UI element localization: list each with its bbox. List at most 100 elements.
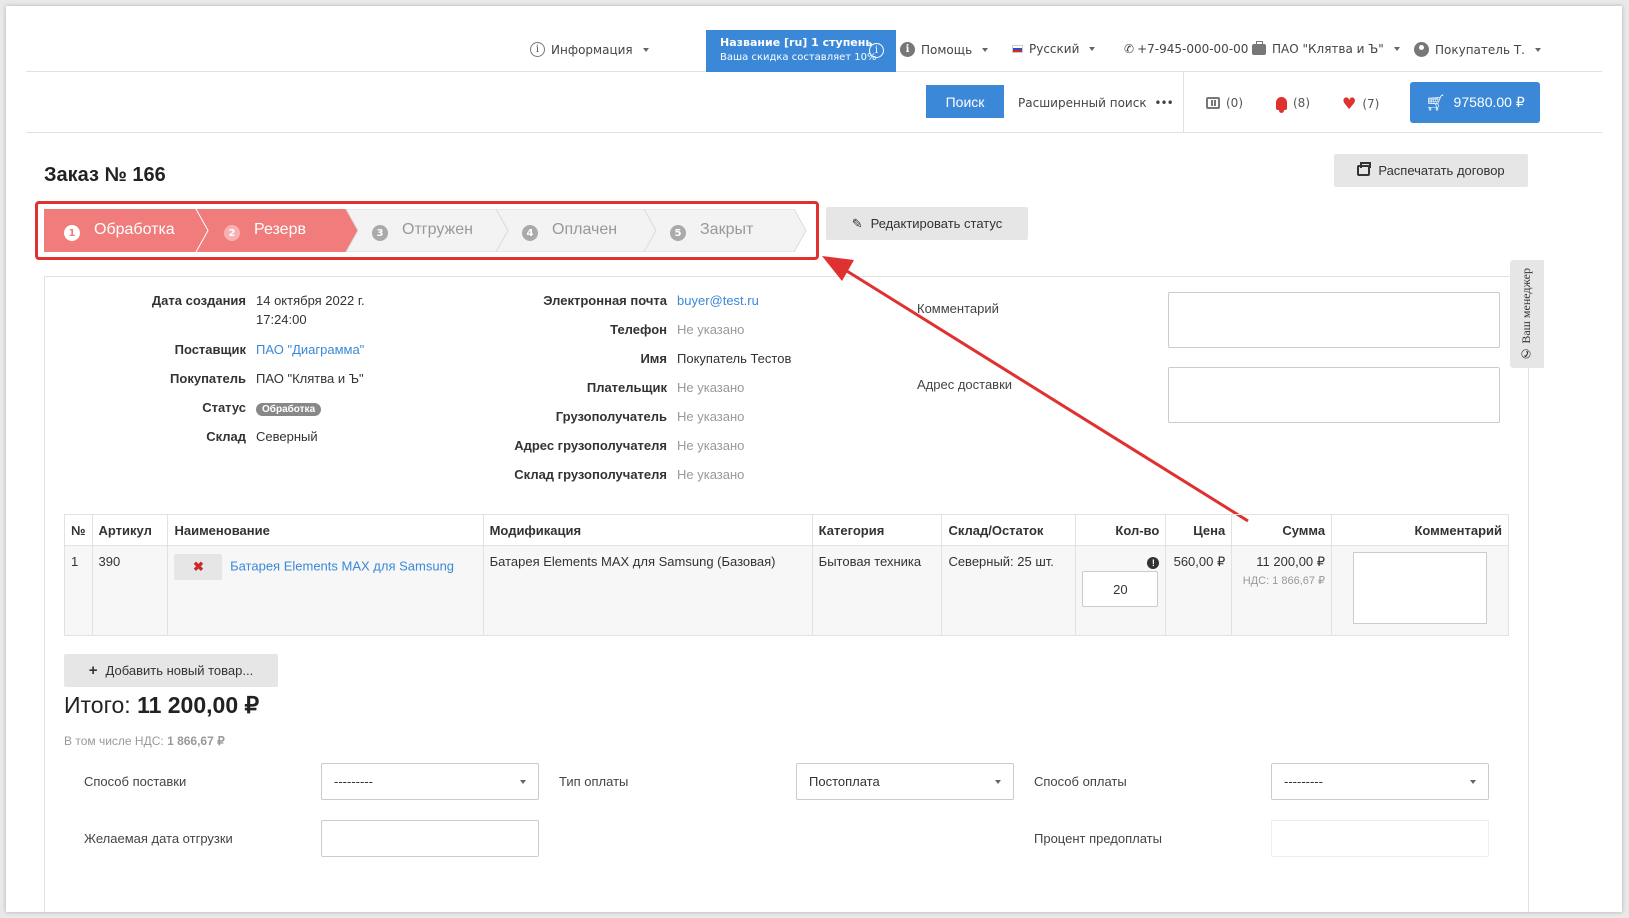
delivery-address-label: Адрес доставки — [917, 377, 1013, 392]
supplier-link[interactable]: ПАО "Диаграмма" — [256, 342, 364, 357]
notifications-link[interactable]: (8) — [1276, 96, 1310, 113]
delivery-method-select[interactable]: --------- — [321, 763, 539, 800]
col-qty: Кол-во — [1075, 514, 1167, 546]
phone-icon: ✆ — [1124, 42, 1135, 56]
advanced-search-label: Расширенный поиск — [1018, 96, 1147, 110]
phone-value: Не указано — [677, 322, 745, 337]
status-stepper-highlight: 1 Обработка 2 Резерв 3 Отгружен 4 Оплаче… — [35, 201, 819, 260]
print-contract-label: Распечатать договор — [1378, 163, 1505, 178]
chevron-down-icon — [1393, 47, 1400, 51]
order-items-table: № Артикул Наименование Модификация Катег… — [64, 514, 1509, 636]
name-value: Покупатель Тестов — [677, 351, 792, 366]
status-value: Обработка — [256, 400, 322, 416]
row-modification: Батарея Elements MAX для Samsung (Базова… — [482, 545, 813, 636]
language-menu[interactable]: Русский — [1012, 42, 1096, 56]
help-menu[interactable]: i Помощь — [900, 42, 989, 57]
product-link[interactable]: Батарея Elements MAX для Samsung — [230, 558, 454, 573]
edit-icon: ✎ — [851, 215, 863, 231]
phone-icon: ✆ — [1519, 346, 1534, 361]
step-number: 1 — [64, 225, 80, 241]
payer-label: Плательщик — [586, 380, 667, 395]
info-icon[interactable]: i — [869, 43, 884, 58]
step-number: 4 — [522, 225, 538, 241]
vat-label: В том числе НДС: — [64, 734, 164, 748]
col-sum: Сумма — [1231, 514, 1333, 546]
row-category: Бытовая техника — [811, 545, 943, 636]
buyer-value: ПАО "Клятва и Ъ" — [256, 371, 364, 386]
total-value: 11 200,00 ₽ — [137, 692, 260, 718]
company-menu[interactable]: ПАО "Клятва и Ъ" — [1252, 40, 1400, 56]
warehouse-value: Северный — [256, 429, 318, 444]
advanced-search-link[interactable]: Расширенный поиск ••• — [1018, 96, 1174, 110]
row-sum: 11 200,00 ₽ НДС: 1 866,67 ₽ — [1231, 545, 1333, 636]
chevron-down-icon — [995, 780, 1001, 784]
prepay-percent-label: Процент предоплаты — [1034, 831, 1162, 846]
delivery-method-value: --------- — [334, 774, 373, 789]
info-menu-label: Информация — [551, 42, 633, 57]
payment-method-value: --------- — [1284, 774, 1323, 789]
col-number: № — [64, 514, 93, 546]
remove-item-button[interactable]: ✖ — [174, 554, 223, 580]
company-label: ПАО "Клятва и Ъ" — [1272, 42, 1384, 56]
created-label: Дата создания — [151, 293, 246, 308]
search-button[interactable]: Поиск — [926, 85, 1004, 118]
warning-icon[interactable]: ! — [1147, 557, 1160, 569]
payment-type-select[interactable]: Постоплата — [796, 763, 1014, 800]
search-bar: Поиск Расширенный поиск ••• (0) (8) ♥ (7… — [26, 72, 1602, 133]
quantity-input[interactable]: 20 — [1082, 571, 1159, 607]
col-comment: Комментарий — [1331, 514, 1509, 546]
your-manager-label: ✆ Ваш менеджер — [1519, 268, 1534, 361]
print-contract-button[interactable]: Распечатать договор — [1334, 154, 1528, 187]
table-header: № Артикул Наименование Модификация Катег… — [64, 514, 1509, 546]
phone-link[interactable]: ✆ +7-945-000-00-00 — [1124, 42, 1248, 56]
name-label: Имя — [640, 351, 667, 366]
delivery-address-textarea[interactable] — [1168, 367, 1500, 423]
cart-button[interactable]: 🛒︎ 97580.00 ₽ — [1410, 82, 1540, 123]
comment-label: Комментарий — [917, 301, 999, 316]
row-number: 1 — [64, 545, 93, 636]
row-article: 390 — [91, 545, 169, 636]
add-item-button[interactable]: + Добавить новый товар... — [64, 654, 278, 687]
prepay-percent-input[interactable] — [1271, 820, 1489, 857]
favorites-link[interactable]: ♥ (7) — [1342, 96, 1379, 112]
phone-label: Телефон — [610, 322, 667, 337]
ship-date-input[interactable] — [321, 820, 539, 857]
user-menu[interactable]: Покупатель Т. — [1414, 42, 1541, 57]
chevron-down-icon — [1089, 47, 1096, 51]
consignee-address-label: Адрес грузополучателя — [514, 438, 667, 453]
chevron-down-icon — [982, 47, 989, 52]
vat-value: 1 866,67 ₽ — [167, 734, 225, 748]
status-stepper: 1 Обработка 2 Резерв 3 Отгружен 4 Оплаче… — [44, 209, 808, 252]
row-sum-vat: НДС: 1 866,67 ₽ — [1242, 575, 1326, 587]
payment-method-select[interactable]: --------- — [1271, 763, 1489, 800]
info-menu[interactable]: i Информация — [530, 42, 649, 57]
your-manager-tab[interactable]: ✆ Ваш менеджер — [1510, 260, 1544, 368]
col-modification: Модификация — [482, 514, 813, 546]
top-bar: i Информация Название [ru] 1 ступень Ваш… — [26, 6, 1602, 72]
payer-value: Не указано — [677, 380, 745, 395]
promo-subtitle: Ваша скидка составляет 10% — [720, 52, 877, 63]
comment-textarea[interactable] — [1168, 292, 1500, 348]
discount-promo[interactable]: Название [ru] 1 ступень Ваша скидка сост… — [706, 30, 896, 72]
consignee-value: Не указано — [677, 409, 745, 424]
russian-flag-icon — [1012, 45, 1023, 53]
divider — [1183, 72, 1184, 132]
delivery-method-label: Способ поставки — [84, 774, 187, 789]
edit-status-button[interactable]: ✎ Редактировать статус — [826, 207, 1028, 240]
step-paid[interactable]: 4 Оплачен — [508, 209, 644, 252]
step-reserve[interactable]: 2 Резерв — [208, 209, 346, 252]
col-name: Наименование — [167, 514, 484, 546]
step-processing[interactable]: 1 Обработка — [44, 209, 196, 252]
compare-link[interactable]: (0) — [1206, 96, 1243, 110]
step-shipped[interactable]: 3 Отгружен — [358, 209, 496, 252]
chevron-down-icon — [642, 47, 649, 52]
your-manager-line1: Ваш — [1519, 320, 1534, 344]
email-link[interactable]: buyer@test.ru — [677, 293, 759, 308]
user-icon — [1414, 42, 1429, 57]
payment-type-value: Постоплата — [809, 774, 880, 789]
step-closed[interactable]: 5 Закрыт — [656, 209, 794, 252]
cart-icon: 🛒︎ — [1425, 94, 1446, 112]
item-comment-input[interactable] — [1353, 552, 1488, 624]
phone-number: +7-945-000-00-00 — [1137, 42, 1249, 56]
total-label: Итого: — [64, 692, 131, 718]
